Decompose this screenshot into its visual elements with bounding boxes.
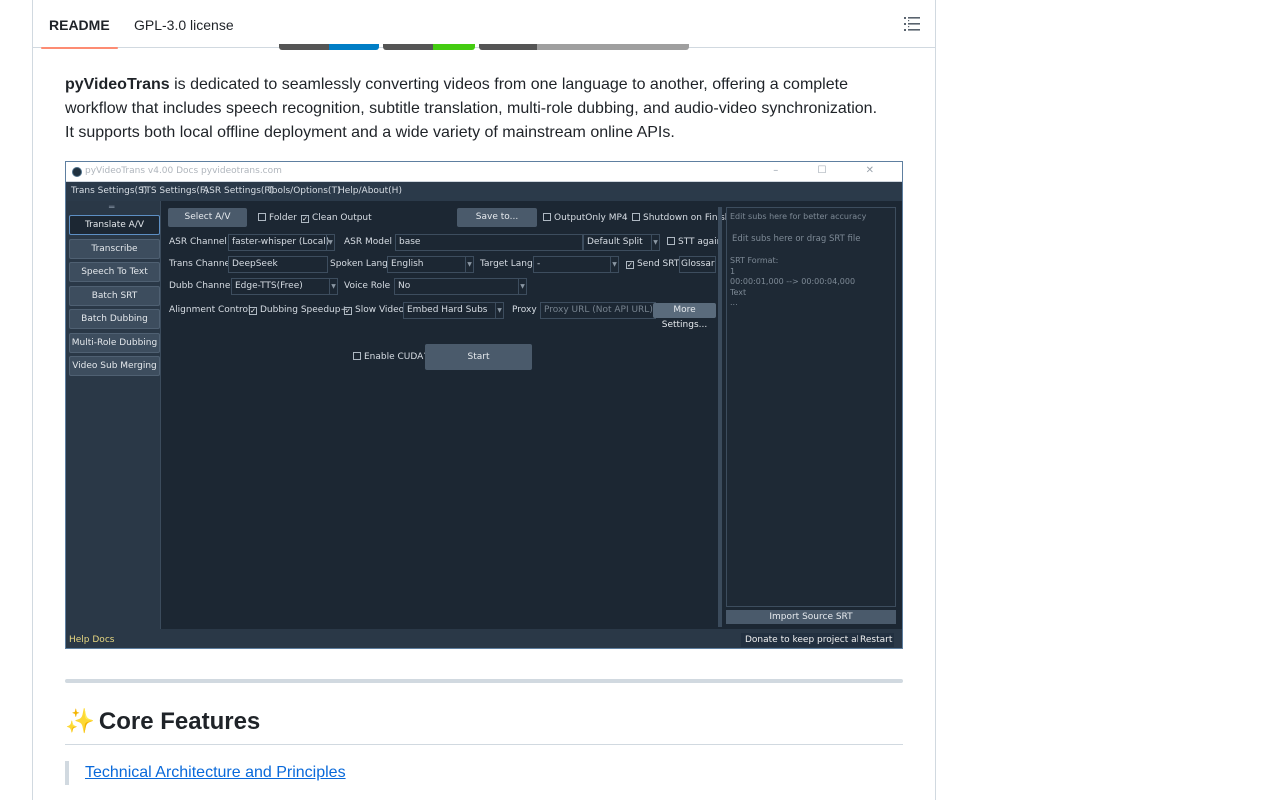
voice-role-label: Voice Role bbox=[344, 281, 391, 291]
import-srt-button: Import Source SRT bbox=[726, 610, 896, 624]
glossary-button: Glossary bbox=[679, 256, 716, 273]
chevron-down-icon: ▼ bbox=[518, 279, 526, 294]
app-main-panel: Select A/V Folder ✓ Clean Output Save to.… bbox=[162, 201, 731, 629]
tab-readme[interactable]: README bbox=[41, 0, 118, 49]
trans-channel-label: Trans Channel bbox=[169, 259, 233, 269]
subtitle-embed-select: Embed Hard Subs ▼ bbox=[403, 302, 504, 319]
menu-asr-settings: ASR Settings(R) bbox=[203, 186, 275, 196]
dubbing-speedup-checkbox: ✓ Dubbing Speedup+ bbox=[249, 305, 349, 315]
panel-splitter bbox=[718, 207, 722, 627]
list-unordered-icon[interactable] bbox=[899, 12, 925, 36]
trans-channel-select: DeepSeek bbox=[228, 256, 328, 273]
intro-text: is dedicated to seamlessly converting vi… bbox=[65, 76, 878, 141]
sparkles-icon: ✨ bbox=[65, 708, 95, 735]
dubb-channel-select: Edge-TTS(Free) ▼ bbox=[231, 278, 338, 295]
chevron-down-icon: ▼ bbox=[465, 257, 473, 272]
brand-name: pyVideoTrans bbox=[65, 76, 170, 93]
app-statusbar: Help Docs Donate to keep project alive! … bbox=[66, 629, 902, 648]
asr-model-field: base bbox=[395, 234, 583, 251]
menu-tools: Tools/Options(T) bbox=[268, 186, 341, 196]
target-lang-select: - ▼ bbox=[533, 256, 619, 273]
technical-architecture-link[interactable]: Technical Architecture and Principles bbox=[85, 764, 346, 781]
sidebar-video-sub-merging: Video Sub Merging bbox=[69, 356, 160, 376]
dubb-channel-label: Dubb Channel bbox=[169, 281, 233, 291]
srt-example-index: 1 bbox=[730, 267, 736, 276]
menu-trans-settings: Trans Settings(S) bbox=[71, 186, 148, 196]
badge[interactable] bbox=[383, 44, 475, 50]
enable-cuda-checkbox: Enable CUDA? bbox=[353, 352, 428, 362]
tab-license[interactable]: GPL-3.0 license bbox=[126, 0, 242, 48]
section-heading-core-features: ✨ Core Features bbox=[65, 707, 903, 745]
more-settings-button: More Settings... bbox=[653, 303, 716, 330]
srt-example-ellipsis: ... bbox=[730, 298, 738, 307]
restart-button: Restart bbox=[858, 633, 895, 647]
chevron-down-icon: ▼ bbox=[329, 279, 337, 294]
srt-example-time: 00:00:01,000 --> 00:00:04,000 bbox=[730, 277, 856, 286]
sidebar-transcribe-translate: Transcribe Translate bbox=[69, 239, 160, 272]
blockquote: Technical Architecture and Principles bbox=[65, 761, 346, 785]
target-lang-label: Target Lang bbox=[480, 259, 533, 269]
window-title: pyVideoTrans v4.00 Docs pyvideotrans.com bbox=[85, 166, 282, 176]
menu-help: Help/About(H) bbox=[338, 186, 402, 196]
subtitle-hint: Edit subs here for better accuracy bbox=[730, 212, 867, 221]
folder-checkbox: Folder bbox=[258, 213, 297, 223]
badge[interactable] bbox=[279, 44, 379, 50]
clean-output-checkbox: ✓ Clean Output bbox=[301, 213, 372, 223]
readme-container: README GPL-3.0 license pyVideoTrans is d… bbox=[32, 0, 936, 800]
split-select: Default Split ▼ bbox=[583, 234, 660, 251]
app-logo-icon bbox=[72, 167, 82, 177]
window-titlebar: pyVideoTrans v4.00 Docs pyvideotrans.com… bbox=[66, 162, 902, 182]
stt-again-checkbox: STT again bbox=[667, 237, 722, 247]
start-button: Start bbox=[425, 344, 532, 370]
menu-tts-settings: TTS Settings(F) bbox=[140, 186, 209, 196]
app-screenshot: pyVideoTrans v4.00 Docs pyvideotrans.com… bbox=[65, 161, 903, 649]
chevron-down-icon: ▼ bbox=[326, 235, 334, 250]
badge[interactable] bbox=[479, 44, 689, 50]
asr-model-label: ASR Model bbox=[344, 237, 393, 247]
sidebar-batch-srt: Batch SRT Translate bbox=[69, 286, 160, 319]
proxy-input: Proxy URL (Not API URL) bbox=[540, 302, 656, 319]
sidebar-speech-to-text: Speech To Text bbox=[69, 262, 160, 282]
readme-tabbar: README GPL-3.0 license bbox=[33, 0, 935, 49]
spoken-lang-label: Spoken Lang bbox=[330, 259, 388, 269]
drag-srt-hint: Edit subs here or drag SRT file bbox=[732, 234, 861, 244]
help-docs-link: Help Docs bbox=[69, 635, 115, 645]
alignment-label: Alignment Control bbox=[169, 305, 251, 315]
asr-channel-label: ASR Channel bbox=[169, 237, 227, 247]
sidebar-grip: ═ bbox=[109, 203, 115, 213]
section-divider bbox=[65, 679, 903, 683]
menubar: Trans Settings(S) TTS Settings(F) ASR Se… bbox=[66, 182, 902, 201]
output-only-checkbox: OutputOnly MP4 bbox=[543, 213, 628, 223]
app-sidebar: ═ Translate A/V Transcribe Translate Spe… bbox=[66, 201, 161, 629]
srt-example-text: Text bbox=[730, 288, 747, 297]
send-srt-checkbox: ✓ Send SRT bbox=[626, 259, 680, 269]
slow-video-checkbox: ✓ Slow Video bbox=[344, 305, 405, 315]
shutdown-checkbox: Shutdown on Finish bbox=[632, 213, 731, 223]
proxy-label: Proxy bbox=[512, 305, 537, 315]
asr-channel-select: faster-whisper (Local) ▼ bbox=[228, 234, 335, 251]
window-controls: – ☐ ✕ bbox=[773, 165, 892, 176]
save-to-button: Save to... bbox=[457, 208, 537, 227]
chevron-down-icon: ▼ bbox=[651, 235, 659, 250]
intro-paragraph: pyVideoTrans is dedicated to seamlessly … bbox=[65, 73, 885, 145]
sidebar-multi-role: Multi-Role Dubbing bbox=[69, 333, 160, 353]
sidebar-batch-dubbing: Batch Dubbing bbox=[69, 309, 160, 329]
chevron-down-icon: ▼ bbox=[495, 303, 503, 318]
sidebar-translate-av: Translate A/V bbox=[69, 215, 160, 235]
subtitle-editor: Edit subs here for better accuracy Edit … bbox=[726, 207, 896, 607]
section-title: Core Features bbox=[98, 708, 261, 735]
voice-role-select: No ▼ bbox=[394, 278, 527, 295]
spoken-lang-select: English ▼ bbox=[387, 256, 474, 273]
chevron-down-icon: ▼ bbox=[610, 257, 618, 272]
select-av-button: Select A/V bbox=[168, 208, 247, 227]
srt-format-label: SRT Format: bbox=[730, 256, 779, 265]
